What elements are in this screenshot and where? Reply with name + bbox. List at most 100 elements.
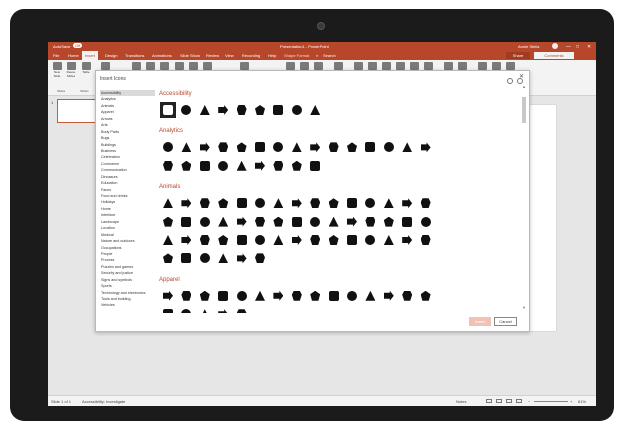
dog-icon[interactable] [178, 195, 194, 211]
slideshow-view-icon[interactable] [516, 399, 522, 403]
sneaker-icon[interactable] [289, 288, 305, 304]
boot-icon[interactable] [326, 288, 342, 304]
llama-icon[interactable] [197, 232, 213, 248]
bar-chart-icon[interactable] [160, 139, 176, 155]
buffalo-icon[interactable] [399, 232, 415, 248]
crosshair-icon[interactable] [362, 139, 378, 155]
sheep-icon[interactable] [270, 214, 286, 230]
lizard-icon[interactable] [326, 195, 342, 211]
gauge-icon[interactable] [381, 139, 397, 155]
user-name[interactable]: Annie Stella [518, 44, 539, 49]
scrollbar-thumb[interactable] [522, 97, 526, 123]
goat-icon[interactable] [289, 214, 305, 230]
new-slide-button[interactable]: New Slide [51, 62, 63, 84]
search-label[interactable]: Search [323, 53, 336, 58]
lightbulb-icon[interactable] [215, 158, 231, 174]
chick-icon[interactable] [178, 214, 194, 230]
audio-description-icon[interactable] [252, 102, 268, 118]
tab-file[interactable]: File [53, 53, 59, 58]
crown-icon[interactable] [160, 306, 176, 313]
area-chart-icon[interactable] [252, 139, 268, 155]
pie-chart-outline-icon[interactable] [326, 139, 342, 155]
table-grid-icon[interactable] [289, 158, 305, 174]
table-button[interactable]: Table [80, 62, 92, 84]
trend-up-icon[interactable] [234, 139, 250, 155]
cat-icon[interactable] [160, 195, 176, 211]
pie-chart-icon[interactable] [307, 139, 323, 155]
ring-icon[interactable] [399, 288, 415, 304]
category-item-vehicles[interactable]: Vehicles [100, 302, 155, 308]
peacock-icon[interactable] [418, 195, 434, 211]
zoom-in-icon[interactable]: + [570, 399, 572, 404]
jacket-icon[interactable] [197, 288, 213, 304]
gear-icon[interactable] [160, 158, 176, 174]
dove-icon[interactable] [381, 195, 397, 211]
magnifier-icon[interactable] [234, 158, 250, 174]
frog-icon[interactable] [307, 195, 323, 211]
cancel-button[interactable]: Cancel [494, 317, 517, 326]
pants-icon[interactable] [178, 288, 194, 304]
alpaca-icon[interactable] [362, 232, 378, 248]
search-icon[interactable]: ⌕ [316, 53, 318, 58]
hearing-impaired-icon[interactable] [215, 102, 231, 118]
lobster-icon[interactable] [234, 250, 250, 266]
tshirt-icon[interactable] [160, 288, 176, 304]
high-heel-icon[interactable] [307, 288, 323, 304]
bear-icon[interactable] [399, 214, 415, 230]
ram-icon[interactable] [381, 232, 397, 248]
dress-icon[interactable] [234, 288, 250, 304]
sock-icon[interactable] [362, 288, 378, 304]
sunglasses-icon[interactable] [215, 306, 231, 313]
sign-language-icon[interactable] [234, 102, 250, 118]
skirt-icon[interactable] [215, 288, 231, 304]
giraffe-icon[interactable] [307, 214, 323, 230]
tab-design[interactable]: Design [105, 53, 117, 58]
pig-icon[interactable] [252, 214, 268, 230]
reuse-slides-button[interactable]: Reuse Slides [65, 62, 77, 84]
zoom-out-icon[interactable]: − [528, 399, 530, 404]
monkey-icon[interactable] [418, 214, 434, 230]
mouse-icon[interactable] [252, 195, 268, 211]
family-restroom-icon[interactable] [197, 102, 213, 118]
presentation-chart-icon[interactable] [270, 139, 286, 155]
camel-icon[interactable] [178, 232, 194, 248]
maximize-icon[interactable]: □ [576, 44, 579, 50]
gallery-scrollbar[interactable]: ▲ ▼ [522, 84, 526, 310]
eye-icon[interactable] [270, 158, 286, 174]
accessible-icon[interactable] [178, 102, 194, 118]
reading-view-icon[interactable] [506, 399, 512, 403]
info-icon[interactable] [507, 78, 513, 84]
suit-icon[interactable] [270, 288, 286, 304]
bar-chart-outline-icon[interactable] [197, 139, 213, 155]
slide-sorter-icon[interactable] [496, 399, 502, 403]
boar-icon[interactable] [289, 232, 305, 248]
normal-view-icon[interactable] [486, 399, 492, 403]
tab-slide-show[interactable]: Slide Show [180, 53, 200, 58]
tab-review[interactable]: Review [206, 53, 219, 58]
bison-icon[interactable] [270, 232, 286, 248]
bat-flying-icon[interactable] [362, 195, 378, 211]
deer-icon[interactable] [215, 214, 231, 230]
bat-icon[interactable] [344, 195, 360, 211]
tab-home[interactable]: Home [68, 53, 79, 58]
slide-thumbnail[interactable] [57, 99, 98, 123]
stopwatch-icon[interactable] [418, 139, 434, 155]
tie-icon[interactable] [252, 288, 268, 304]
snail-icon[interactable] [270, 195, 286, 211]
scroll-down-icon[interactable]: ▼ [522, 305, 526, 310]
low-vision-icon[interactable] [270, 102, 286, 118]
hippo-icon[interactable] [344, 214, 360, 230]
watch-icon[interactable] [381, 288, 397, 304]
horse-icon[interactable] [234, 214, 250, 230]
wolf-icon[interactable] [252, 232, 268, 248]
notes-button[interactable]: Notes [456, 399, 466, 404]
share-button[interactable]: Share [506, 52, 530, 59]
assisted-listening-icon[interactable] [307, 102, 323, 118]
lion-icon[interactable] [381, 214, 397, 230]
moose-icon[interactable] [307, 232, 323, 248]
tab-transitions[interactable]: Transitions [125, 53, 144, 58]
accessibility-status[interactable]: Accessibility: Investigate [82, 399, 125, 404]
target-icon[interactable] [344, 139, 360, 155]
rhino-icon[interactable] [362, 214, 378, 230]
squirrel-icon[interactable] [160, 232, 176, 248]
